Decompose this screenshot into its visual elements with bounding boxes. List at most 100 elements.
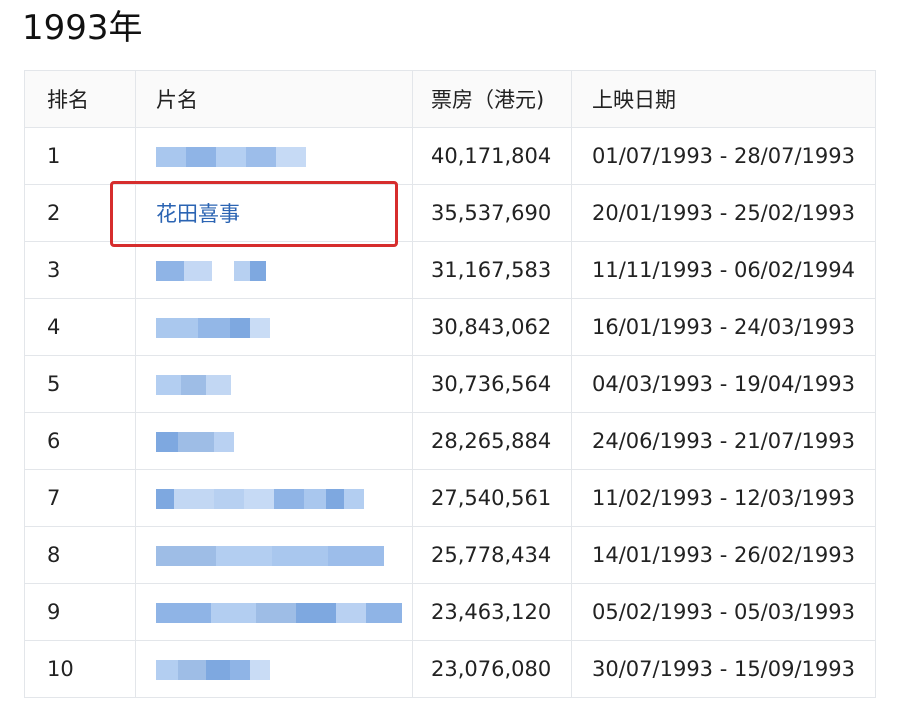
pixel-block (198, 318, 230, 338)
title-cell-pixelated (135, 241, 413, 299)
pixel-block (206, 660, 230, 680)
pixel-block (211, 603, 256, 623)
table-row: 8 25,778,434 14/01/1993 - 26/02/1993 (24, 526, 876, 584)
pixel-block (234, 261, 250, 281)
release-dates-cell: 11/11/1993 - 06/02/1994 (571, 241, 876, 299)
title-cell: 花田喜事 (135, 184, 413, 242)
box-office-cell: 28,265,884 (412, 412, 572, 470)
pixel-block (276, 147, 306, 167)
box-office-cell: 40,171,804 (412, 127, 572, 185)
pixelated-title (156, 546, 384, 566)
pixel-block (214, 489, 244, 509)
table-row: 3 31,167,583 11/11/1993 - 06/02/1994 (24, 241, 876, 299)
box-office-cell: 27,540,561 (412, 469, 572, 527)
pixel-block (181, 375, 206, 395)
pixel-block (304, 489, 326, 509)
title-cell-pixelated (135, 355, 413, 413)
box-office-cell: 25,778,434 (412, 526, 572, 584)
box-office-cell: 30,843,062 (412, 298, 572, 356)
table-row: 9 23,463,120 05/02/1993 - 05/03/1993 (24, 583, 876, 641)
table-row: 10 23,076,080 30/07/1993 - 15/09/1993 (24, 640, 876, 698)
box-office-cell: 31,167,583 (412, 241, 572, 299)
pixel-block (230, 318, 250, 338)
pixel-block (246, 147, 276, 167)
title-cell-pixelated (135, 583, 413, 641)
pixel-block (274, 489, 304, 509)
pixel-block (366, 603, 402, 623)
table-row: 1 40,171,804 01/07/1993 - 28/07/1993 (24, 127, 876, 185)
pixelated-title (156, 432, 234, 452)
pixel-block (326, 489, 344, 509)
pixel-block (256, 603, 296, 623)
box-office-table: 排名 片名 票房（港元) 上映日期 1 40,171,804 01/07/1993 … (24, 70, 876, 698)
pixel-block (186, 147, 216, 167)
page-title: 1993年 (22, 8, 143, 48)
pixel-block (296, 603, 336, 623)
pixel-block (156, 375, 181, 395)
pixel-block (212, 261, 234, 281)
pixelated-title (156, 375, 231, 395)
pixelated-title (156, 261, 266, 281)
box-office-cell: 23,076,080 (412, 640, 572, 698)
pixel-block (230, 660, 250, 680)
release-dates-cell: 20/01/1993 - 25/02/1993 (571, 184, 876, 242)
rank-cell: 9 (24, 583, 136, 641)
header-rank: 排名 (24, 70, 136, 128)
table-row: 2 花田喜事 35,537,690 20/01/1993 - 25/02/1993 (24, 184, 876, 242)
pixel-block (156, 147, 186, 167)
rank-cell: 5 (24, 355, 136, 413)
pixelated-title (156, 318, 270, 338)
pixel-block (174, 489, 214, 509)
release-dates-cell: 01/07/1993 - 28/07/1993 (571, 127, 876, 185)
pixel-block (216, 546, 272, 566)
title-cell-pixelated (135, 640, 413, 698)
pixel-block (178, 660, 206, 680)
table-row: 7 27,540,561 11/02/1993 - 12/03/1993 (24, 469, 876, 527)
rank-cell: 10 (24, 640, 136, 698)
pixelated-title (156, 660, 270, 680)
title-cell-pixelated (135, 526, 413, 584)
table-body: 1 40,171,804 01/07/1993 - 28/07/1993 2 花田喜事 3… (24, 127, 876, 698)
rank-cell: 1 (24, 127, 136, 185)
table-header-row: 排名 片名 票房（港元) 上映日期 (24, 70, 876, 128)
box-office-cell: 35,537,690 (412, 184, 572, 242)
header-title: 片名 (135, 70, 413, 128)
release-dates-cell: 24/06/1993 - 21/07/1993 (571, 412, 876, 470)
pixel-block (206, 375, 231, 395)
title-cell-pixelated (135, 469, 413, 527)
box-office-cell: 23,463,120 (412, 583, 572, 641)
pixelated-title (156, 603, 402, 623)
rank-cell: 2 (24, 184, 136, 242)
title-cell-pixelated (135, 412, 413, 470)
pixel-block (184, 261, 212, 281)
box-office-table-container: 排名 片名 票房（港元) 上映日期 1 40,171,804 01/07/1993 … (24, 70, 876, 698)
rank-cell: 3 (24, 241, 136, 299)
box-office-cell: 30,736,564 (412, 355, 572, 413)
pixelated-title (156, 489, 364, 509)
pixel-block (250, 660, 270, 680)
pixel-block (272, 546, 328, 566)
header-release-dates: 上映日期 (571, 70, 876, 128)
pixel-block (250, 261, 266, 281)
release-dates-cell: 05/02/1993 - 05/03/1993 (571, 583, 876, 641)
title-cell-pixelated (135, 298, 413, 356)
movie-title-link[interactable]: 花田喜事 (156, 202, 240, 226)
pixel-block (178, 432, 214, 452)
title-cell-pixelated (135, 127, 413, 185)
pixel-block (156, 432, 178, 452)
pixel-block (336, 603, 366, 623)
pixel-block (156, 489, 174, 509)
table-row: 6 28,265,884 24/06/1993 - 21/07/1993 (24, 412, 876, 470)
release-dates-cell: 30/07/1993 - 15/09/1993 (571, 640, 876, 698)
release-dates-cell: 11/02/1993 - 12/03/1993 (571, 469, 876, 527)
rank-cell: 4 (24, 298, 136, 356)
pixel-block (156, 546, 216, 566)
pixel-block (214, 432, 234, 452)
pixel-block (156, 660, 178, 680)
pixel-block (216, 147, 246, 167)
release-dates-cell: 04/03/1993 - 19/04/1993 (571, 355, 876, 413)
table-row: 5 30,736,564 04/03/1993 - 19/04/1993 (24, 355, 876, 413)
rank-cell: 6 (24, 412, 136, 470)
pixel-block (250, 318, 270, 338)
pixel-block (244, 489, 274, 509)
